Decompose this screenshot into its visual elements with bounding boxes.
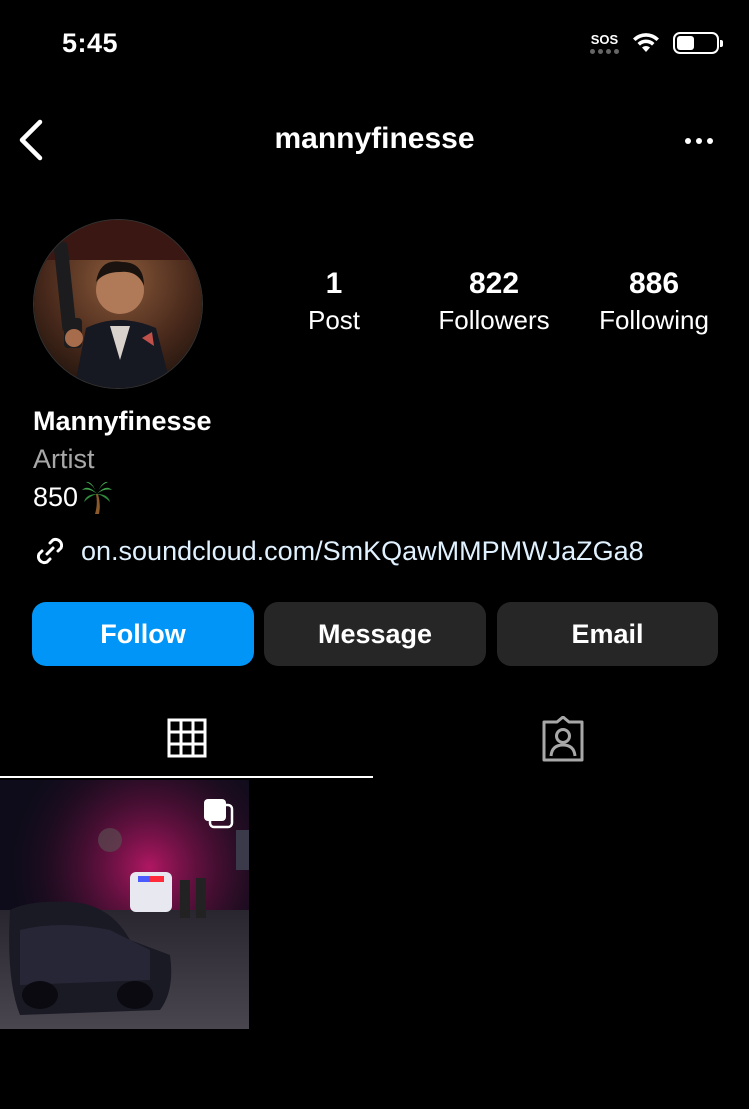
stat-following[interactable]: 886 Following	[586, 267, 722, 336]
category-label: Artist	[33, 444, 95, 474]
palm-tree-icon	[82, 481, 113, 514]
display-name: Mannyfinesse	[33, 406, 212, 436]
follow-button[interactable]: Follow	[32, 602, 254, 666]
stat-posts-label: Post	[307, 305, 361, 335]
status-time: 5:45	[62, 28, 119, 58]
link-icon	[36, 537, 64, 565]
avatar[interactable]	[33, 219, 203, 389]
battery-level	[677, 36, 695, 50]
sos-indicator: SOS	[590, 33, 619, 54]
email-button[interactable]: Email	[497, 602, 718, 666]
post-thumbnail[interactable]	[0, 780, 249, 1029]
tab-posts-grid[interactable]	[0, 700, 373, 778]
stat-posts[interactable]: 1 Post	[284, 267, 384, 336]
link-text[interactable]: on.soundcloud.com/SmKQawMMPMWJaZGa8	[81, 536, 644, 567]
stat-followers-label: Followers	[438, 305, 550, 335]
wifi-icon	[633, 33, 659, 52]
message-button[interactable]: Message	[264, 602, 486, 666]
more-options-icon[interactable]	[685, 126, 713, 156]
stat-following-value: 886	[628, 267, 680, 300]
battery-icon	[673, 32, 723, 54]
tab-tagged[interactable]	[376, 700, 749, 778]
grid-icon	[167, 718, 206, 758]
sos-label: SOS	[590, 31, 619, 47]
carousel-icon	[204, 799, 234, 829]
page-title: mannyfinesse	[274, 122, 475, 155]
tagged-user-icon	[542, 716, 583, 762]
stat-following-label: Following	[599, 305, 709, 335]
stat-followers-value: 822	[468, 267, 520, 300]
profile-link[interactable]: on.soundcloud.com/SmKQawMMPMWJaZGa8	[33, 534, 644, 568]
avatar-image	[34, 220, 202, 388]
status-indicators: SOS	[590, 32, 723, 54]
stat-followers[interactable]: 822 Followers	[424, 267, 564, 336]
bio: 850	[33, 480, 113, 514]
bio-text: 850	[33, 481, 79, 512]
stat-posts-value: 1	[325, 267, 343, 300]
